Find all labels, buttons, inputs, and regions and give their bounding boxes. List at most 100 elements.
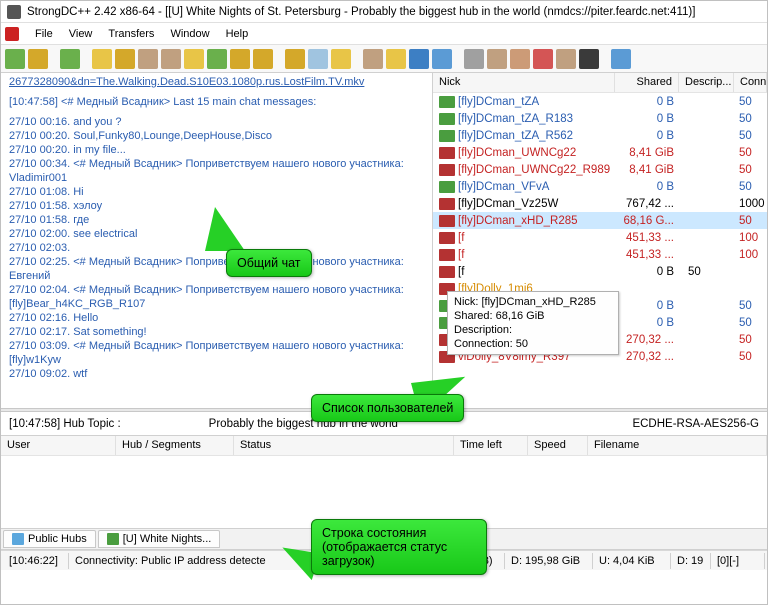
toolbar-icon[interactable] — [285, 49, 305, 69]
toolbar-icon[interactable] — [363, 49, 383, 69]
user-row[interactable]: [fly]DCman_xHD_R28568,16 G...50 — [433, 212, 767, 229]
status-up: U: 4,04 KiB — [593, 553, 671, 569]
col-connection[interactable]: Connec — [734, 73, 767, 92]
col-status[interactable]: Status — [234, 436, 454, 455]
chat-line: 27/10 02:25. <# Медный Всадник> Попривет… — [9, 255, 426, 283]
user-list[interactable]: [fly]DCman_tZA0 B50[fly]DCman_tZA_R1830 … — [433, 93, 767, 408]
user-shared: 270,32 ... — [616, 334, 680, 346]
col-filename[interactable]: Filename — [588, 436, 767, 455]
toolbar-icon[interactable] — [115, 49, 135, 69]
status-message: Connectivity: Public IP address detecte — [69, 553, 309, 569]
user-status-icon — [439, 130, 455, 142]
toolbar-icon[interactable] — [579, 49, 599, 69]
user-row[interactable]: [f0 B50 — [433, 263, 767, 280]
toolbar-icon[interactable] — [184, 49, 204, 69]
status-down: D: 195,98 GiB — [505, 553, 593, 569]
title-bar: StrongDC++ 2.42 x86-64 - [[U] White Nigh… — [1, 1, 767, 23]
menu-transfers[interactable]: Transfers — [100, 26, 162, 42]
user-nick: [fly]DCman_xHD_R285 — [458, 215, 616, 227]
toolbar-icon[interactable] — [161, 49, 181, 69]
user-connection: 50 — [684, 266, 735, 278]
user-status-icon — [439, 198, 455, 210]
user-connection: 50 — [735, 113, 767, 125]
user-connection: 1000 — [735, 198, 767, 210]
status-time: [10:46:22] — [3, 553, 69, 569]
toolbar-icon[interactable] — [253, 49, 273, 69]
user-row[interactable]: [fly]DCman_tZA0 B50 — [433, 93, 767, 110]
chat-line: 27/10 02:04. <# Медный Всадник> Попривет… — [9, 283, 426, 311]
chat-magnet-link[interactable]: 2677328090&dn=The.Walking.Dead.S10E03.10… — [9, 76, 364, 88]
toolbar-icon[interactable] — [533, 49, 553, 69]
col-speed[interactable]: Speed — [528, 436, 588, 455]
menu-view[interactable]: View — [61, 26, 101, 42]
callout-userlist: Список пользователей — [311, 394, 464, 422]
user-row[interactable]: [fly]DCman_Vz25W767,42 ...1000 — [433, 195, 767, 212]
toolbar-icon[interactable] — [386, 49, 406, 69]
user-list-pane: Nick Shared Descrip... Connec [fly]DCman… — [433, 73, 767, 408]
topic-timestamp: [10:47:58] Hub Topic : — [1, 418, 129, 430]
user-status-icon — [439, 147, 455, 159]
col-time-left[interactable]: Time left — [454, 436, 528, 455]
toolbar-icon[interactable] — [611, 49, 631, 69]
user-tooltip: Nick: [fly]DCman_xHD_R285 Shared: 68,16 … — [447, 291, 619, 355]
user-status-icon — [439, 266, 455, 278]
user-connection: 100 — [735, 249, 767, 261]
col-hub-segments[interactable]: Hub / Segments — [116, 436, 234, 455]
user-nick: [f — [458, 249, 616, 261]
tab-hub-white-nights[interactable]: [U] White Nights... — [98, 530, 221, 548]
user-nick: [fly]DCman_tZA — [458, 96, 616, 108]
toolbar-icon[interactable] — [138, 49, 158, 69]
toolbar-icon[interactable] — [5, 49, 25, 69]
menu-window[interactable]: Window — [162, 26, 217, 42]
status-d2: D: 19 — [671, 553, 711, 569]
topic-encryption: ECDHE-RSA-AES256-G — [624, 418, 767, 430]
user-status-icon — [439, 215, 455, 227]
user-row[interactable]: [fly]DCman_tZA_R1830 B50 — [433, 110, 767, 127]
user-connection: 50 — [735, 300, 767, 312]
status-extra: [0][-] — [711, 553, 765, 569]
transfers-list[interactable] — [1, 456, 767, 528]
user-nick: [fly]DCman_UWNCg22 — [458, 147, 616, 159]
toolbar-icon[interactable] — [28, 49, 48, 69]
user-row[interactable]: [fly]DCman_UWNCg228,41 GiB50 — [433, 144, 767, 161]
tab-public-hubs[interactable]: Public Hubs — [3, 530, 96, 548]
callout-chat: Общий чат — [226, 249, 312, 277]
toolbar-icon[interactable] — [487, 49, 507, 69]
toolbar-icon[interactable] — [556, 49, 576, 69]
chat-line: 27/10 09:02. wtf — [9, 367, 426, 381]
user-status-icon — [439, 249, 455, 261]
user-description: 50 — [680, 266, 735, 278]
user-connection: 50 — [735, 334, 767, 346]
user-shared: 0 B — [616, 96, 680, 108]
col-description[interactable]: Descrip... — [679, 73, 734, 92]
toolbar-icon[interactable] — [230, 49, 250, 69]
user-nick: [fly]DCman_tZA_R562 — [458, 130, 616, 142]
user-nick: [f — [458, 232, 616, 244]
user-row[interactable]: [f451,33 ...100 — [433, 229, 767, 246]
toolbar-icon[interactable] — [409, 49, 429, 69]
toolbar-icon[interactable] — [60, 49, 80, 69]
user-row[interactable]: [fly]DCman_tZA_R5620 B50 — [433, 127, 767, 144]
col-nick[interactable]: Nick — [433, 73, 615, 92]
col-user[interactable]: User — [1, 436, 116, 455]
menu-help[interactable]: Help — [218, 26, 257, 42]
user-shared: 0 B — [616, 300, 680, 312]
toolbar-icon[interactable] — [510, 49, 530, 69]
toolbar-icon[interactable] — [331, 49, 351, 69]
user-shared: 0 B — [616, 317, 680, 329]
user-connection: 50 — [735, 351, 767, 363]
user-row[interactable]: [fly]DCman_UWNCg22_R9898,41 GiB50 — [433, 161, 767, 178]
toolbar-icon[interactable] — [464, 49, 484, 69]
toolbar-icon[interactable] — [432, 49, 452, 69]
user-status-icon — [439, 96, 455, 108]
callout-tail — [205, 207, 245, 251]
col-shared[interactable]: Shared — [615, 73, 679, 92]
user-row[interactable]: [f451,33 ...100 — [433, 246, 767, 263]
toolbar-icon[interactable] — [308, 49, 328, 69]
toolbar-icon[interactable] — [92, 49, 112, 69]
menu-bar: File View Transfers Window Help — [1, 23, 767, 45]
toolbar-icon[interactable] — [207, 49, 227, 69]
user-row[interactable]: [fly]DCman_VFvA0 B50 — [433, 178, 767, 195]
user-connection: 50 — [735, 130, 767, 142]
menu-file[interactable]: File — [27, 26, 61, 42]
